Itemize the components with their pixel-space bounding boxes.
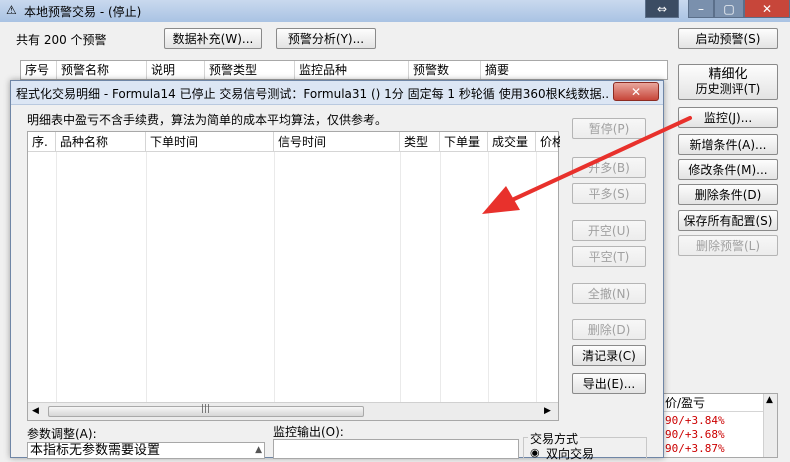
annotation-arrow bbox=[482, 116, 692, 214]
arrow-shaft bbox=[510, 116, 692, 202]
